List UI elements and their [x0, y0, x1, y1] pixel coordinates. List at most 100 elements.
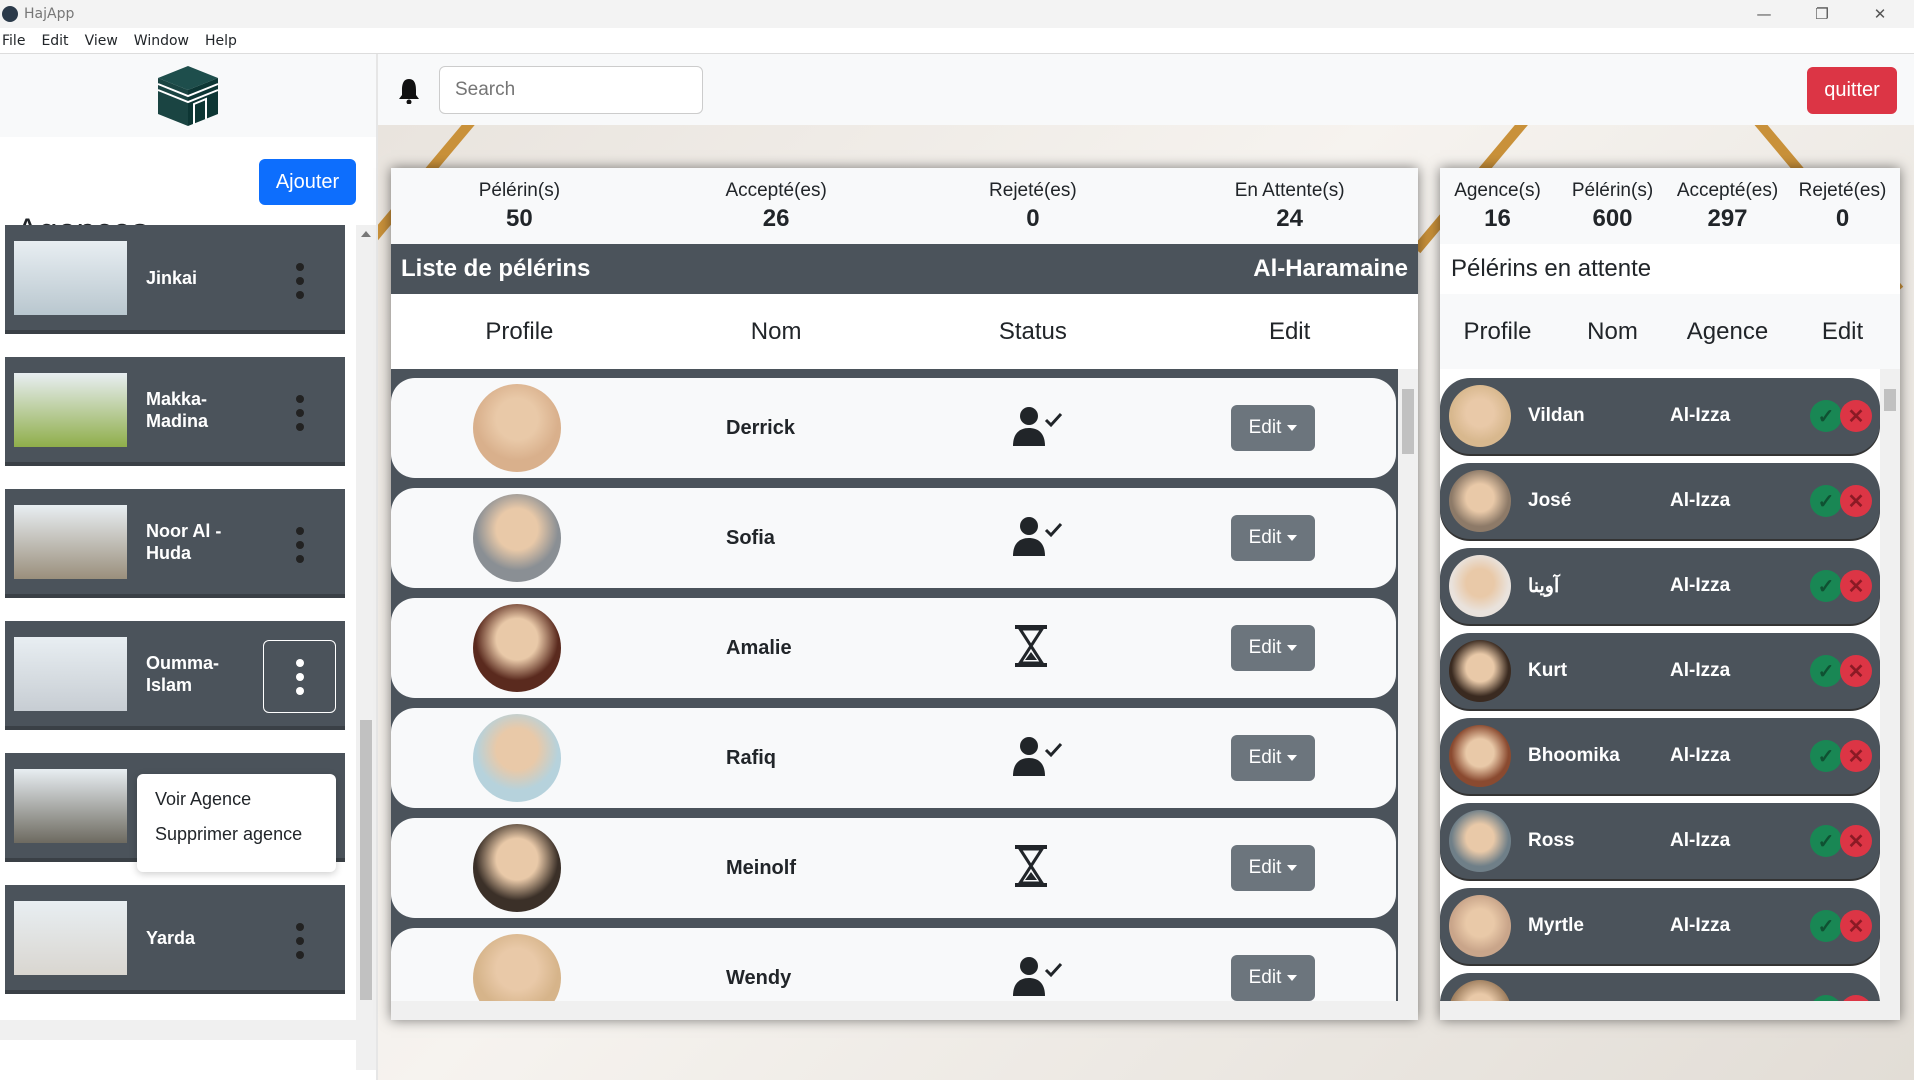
pilgrim-name: Meinolf	[726, 856, 796, 879]
pilgrim-name: Kurt	[1528, 660, 1568, 681]
reject-button[interactable]: ✕	[1840, 400, 1872, 432]
pilgrim-agency: Al-Izza	[1670, 490, 1731, 511]
more-options-button[interactable]	[263, 376, 336, 449]
stat-value: 0	[1835, 204, 1850, 232]
pending-table-header: Profile Nom Agence Edit	[1440, 294, 1900, 369]
reject-button[interactable]: ✕	[1840, 485, 1872, 517]
menu-edit[interactable]: Edit	[39, 33, 76, 49]
more-options-button[interactable]	[263, 904, 336, 977]
column-header: Edit	[1821, 317, 1864, 345]
pilgrim-stats: Pélérin(s) 50 Accepté(es) 26 Rejeté(es) 0 En A…	[391, 168, 1418, 244]
reject-button[interactable]: ✕	[1840, 655, 1872, 687]
delete-agency-menu-item[interactable]: Supprimer agence	[137, 817, 336, 852]
reject-button[interactable]: ✕	[1840, 910, 1872, 942]
agency-card[interactable]: Yarda	[5, 885, 345, 994]
stat-item: En Attente(s) 24	[1161, 180, 1418, 233]
user-check-icon	[1011, 516, 1063, 560]
avatar	[1449, 895, 1511, 957]
column-header: Status	[998, 317, 1067, 345]
table-row: Meinolf Edit	[391, 818, 1396, 918]
agency-image	[14, 372, 127, 447]
stat-item: Rejeté(es) 0	[905, 180, 1162, 233]
more-options-button[interactable]	[263, 244, 336, 317]
agency-image	[14, 636, 127, 711]
app-icon	[2, 6, 18, 22]
accept-button[interactable]: ✓	[1810, 400, 1842, 432]
hourglass-icon	[1011, 624, 1051, 672]
agency-card[interactable]: Makka-Madina	[5, 357, 345, 466]
table-row: Sofia Edit	[391, 488, 1396, 588]
pilgrim-name: Myrtle	[1528, 915, 1584, 936]
avatar	[473, 494, 561, 582]
pending-row: آوينا Al-Izza ✓ ✕	[1440, 548, 1880, 624]
minimize-icon[interactable]: —	[1736, 0, 1792, 28]
stat-value: 26	[762, 204, 790, 232]
stat-value: 24	[1276, 204, 1303, 232]
pilgrim-name: Ross	[1528, 830, 1575, 851]
accept-button[interactable]: ✓	[1810, 910, 1842, 942]
list-scrollbar[interactable]	[1398, 369, 1418, 1001]
pilgrim-agency: Al-Izza	[1670, 830, 1731, 851]
pilgrim-name: Derrick	[726, 416, 795, 439]
agency-card[interactable]: Noor Al - Huda	[5, 489, 345, 598]
pending-h-scrollbar[interactable]	[1440, 1001, 1900, 1020]
sidebar-scrollbar[interactable]	[356, 225, 376, 1070]
top-bar: quitter	[378, 54, 1914, 125]
more-options-button[interactable]	[263, 508, 336, 581]
menu-bar: File Edit View Window Help	[0, 28, 1914, 54]
list-h-scrollbar[interactable]	[391, 1001, 1418, 1020]
agency-name: Oumma-Islam	[146, 652, 220, 695]
stat-value: 50	[506, 204, 533, 232]
menu-view[interactable]: View	[83, 33, 126, 49]
pilgrim-name: Amalie	[726, 636, 792, 659]
title-bar: HajApp — ❐ ✕	[0, 0, 1914, 28]
menu-help[interactable]: Help	[203, 33, 245, 49]
accept-button[interactable]: ✓	[1810, 655, 1842, 687]
pending-row: Ross Al-Izza ✓ ✕	[1440, 803, 1880, 879]
menu-window[interactable]: Window	[132, 33, 197, 49]
pending-row: Vildan Al-Izza ✓ ✕	[1440, 378, 1880, 454]
avatar	[1449, 470, 1511, 532]
add-agency-button[interactable]: Ajouter	[259, 159, 356, 205]
pending-scrollbar[interactable]	[1880, 369, 1900, 1001]
edit-dropdown-button[interactable]: Edit	[1231, 515, 1315, 561]
search-input[interactable]	[439, 66, 703, 114]
edit-dropdown-button[interactable]: Edit	[1231, 955, 1315, 1001]
agency-card[interactable]: Oumma-Islam	[5, 621, 345, 730]
accept-button[interactable]: ✓	[1810, 485, 1842, 517]
pending-row: ✓✕	[1440, 973, 1880, 1001]
bell-icon[interactable]	[398, 78, 420, 104]
sidebar: Agences Ajouter JinkaiMakka-MadinaNoor A…	[0, 54, 378, 1080]
accept-button[interactable]: ✓	[1810, 740, 1842, 772]
accept-button[interactable]: ✓	[1810, 825, 1842, 857]
agency-name: Al-Haramaine	[1253, 255, 1408, 282]
quit-button[interactable]: quitter	[1807, 67, 1897, 114]
edit-dropdown-button[interactable]: Edit	[1231, 735, 1315, 781]
reject-button[interactable]: ✕	[1840, 825, 1872, 857]
stat-value: 16	[1484, 204, 1511, 232]
avatar	[1449, 810, 1511, 872]
table-row: Amalie Edit	[391, 598, 1396, 698]
agency-card[interactable]: Jinkai	[5, 225, 345, 334]
menu-file[interactable]: File	[0, 33, 33, 49]
view-agency-menu-item[interactable]: Voir Agence	[137, 782, 336, 817]
restore-icon[interactable]: ❐	[1794, 0, 1850, 28]
reject-button[interactable]: ✕	[1840, 570, 1872, 602]
edit-dropdown-button[interactable]: Edit	[1231, 625, 1315, 671]
stat-label: Agence(s)	[1454, 179, 1541, 201]
stat-item: Pélérin(s) 600	[1555, 180, 1670, 233]
accept-button[interactable]: ✓	[1810, 570, 1842, 602]
sidebar-h-scrollbar[interactable]	[0, 1020, 356, 1040]
table-row: Derrick Edit	[391, 378, 1396, 478]
table-row: Rafiq Edit	[391, 708, 1396, 808]
pending-row: Bhoomika Al-Izza ✓ ✕	[1440, 718, 1880, 794]
more-options-button[interactable]	[263, 640, 336, 713]
kaaba-logo	[0, 54, 376, 137]
edit-dropdown-button[interactable]: Edit	[1231, 405, 1315, 451]
edit-dropdown-button[interactable]: Edit	[1231, 845, 1315, 891]
reject-button[interactable]: ✕	[1840, 740, 1872, 772]
stat-value: 0	[1026, 204, 1040, 232]
pilgrim-name: Sofia	[726, 526, 775, 549]
column-header: Profile	[1463, 317, 1532, 345]
close-icon[interactable]: ✕	[1852, 0, 1908, 28]
